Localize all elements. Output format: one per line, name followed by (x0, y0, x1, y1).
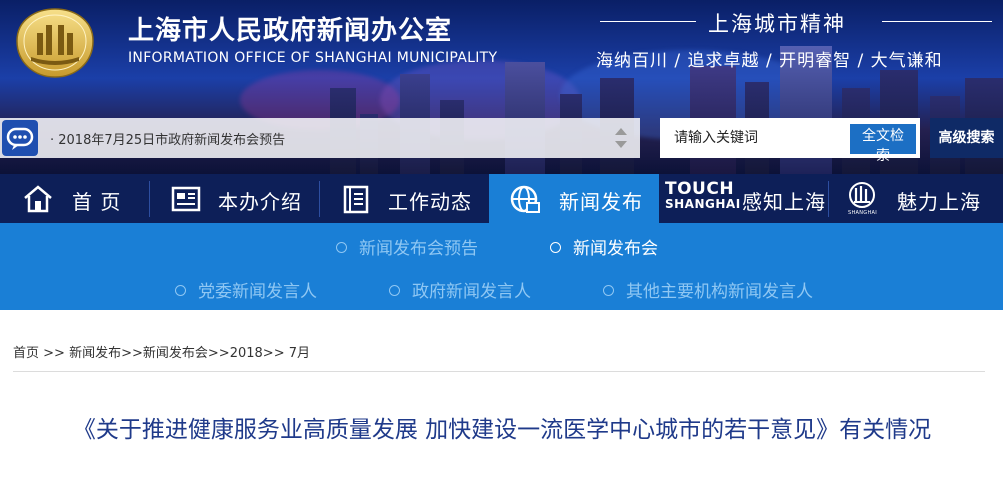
circle-bullet-icon (550, 241, 561, 253)
article-title: 《关于推进健康服务业高质量发展 加快建设一流医学中心城市的若干意见》有关情况 (72, 417, 932, 443)
news-ticker: · 2018年7月25日市政府新闻发布会预告 (0, 118, 640, 158)
subnav-label: 新闻发布会 (573, 239, 658, 259)
touch-shanghai-logo: TOUCH SHANGHAI (665, 179, 741, 212)
site-title: 上海市人民政府新闻办公室 (128, 16, 453, 46)
breadcrumb: 首页 >> 新闻发布>>新闻发布会>>2018>> 7月 (13, 342, 310, 361)
nav-label: 本办介绍 (218, 190, 302, 214)
nav-item-charm-shanghai[interactable]: SHANGHAI 魅力上海 (829, 174, 1003, 223)
subnav-label: 新闻发布会预告 (359, 239, 478, 259)
nav-label: 新闻发布 (559, 190, 643, 214)
breadcrumb-separator: >> (39, 346, 70, 361)
subnav-conference[interactable]: 新闻发布会 (550, 234, 658, 259)
circle-bullet-icon (175, 284, 186, 296)
breadcrumb-separator: >> (207, 346, 230, 361)
subnav-preview[interactable]: 新闻发布会预告 (336, 234, 478, 259)
touch-logo-top: TOUCH (665, 179, 735, 199)
divider-line (13, 371, 985, 372)
divider-line (882, 21, 992, 22)
full-text-search-button[interactable]: 全文检索 (850, 124, 916, 164)
breadcrumb-year[interactable]: 2018 (230, 346, 263, 361)
breadcrumb-separator: >> (262, 346, 289, 361)
subnav-party-spokesperson[interactable]: 党委新闻发言人 (175, 277, 317, 302)
notebook-icon (343, 185, 369, 214)
site-subtitle: INFORMATION OFFICE OF SHANGHAI MUNICIPAL… (128, 50, 498, 66)
charm-logo-subtext: SHANGHAI (848, 210, 878, 216)
nav-item-about[interactable]: 本办介绍 (150, 174, 318, 223)
nav-label: 首 页 (72, 190, 122, 214)
circle-bullet-icon (336, 241, 347, 253)
search-input[interactable] (660, 118, 862, 158)
nav-item-news[interactable]: 新闻发布 (489, 174, 659, 223)
nav-label: 工作动态 (388, 190, 472, 214)
home-icon (24, 185, 52, 213)
subnav-label: 政府新闻发言人 (412, 282, 531, 302)
subnav-other-spokesperson[interactable]: 其他主要机构新闻发言人 (603, 277, 813, 302)
circle-bullet-icon (603, 284, 614, 296)
chat-bubble-icon (2, 120, 38, 156)
subnav-gov-spokesperson[interactable]: 政府新闻发言人 (389, 277, 531, 302)
breadcrumb-news[interactable]: 新闻发布 (69, 346, 121, 361)
city-spirit-title: 上海城市精神 (708, 12, 846, 36)
ticker-scroll-arrows-icon[interactable] (612, 124, 630, 152)
shanghai-charm-logo-icon (849, 182, 875, 208)
advanced-search-link[interactable]: 高级搜索 (930, 118, 1003, 158)
subnav-label: 其他主要机构新闻发言人 (626, 282, 813, 302)
breadcrumb-separator: >> (121, 346, 143, 361)
city-spirit-phrases: 海纳百川 / 追求卓越 / 开明睿智 / 大气谦和 (596, 51, 943, 71)
nav-item-home[interactable]: 首 页 (0, 174, 148, 223)
site-header: 上海市人民政府新闻办公室 INFORMATION OFFICE OF SHANG… (0, 0, 1003, 174)
globe-screen-icon (510, 185, 540, 213)
ticker-link[interactable]: · 2018年7月25日市政府新闻发布会预告 (50, 129, 285, 148)
sub-nav: 新闻发布会预告 新闻发布会 党委新闻发言人 政府新闻发言人 其他主要机构新闻发言… (0, 223, 1003, 310)
breadcrumb-month[interactable]: 7月 (289, 346, 310, 361)
nav-item-touch-shanghai[interactable]: TOUCH SHANGHAI 感知上海 (659, 174, 827, 223)
divider-line (600, 21, 696, 22)
subnav-label: 党委新闻发言人 (198, 282, 317, 302)
government-emblem-icon (16, 8, 94, 78)
nav-label: 感知上海 (742, 190, 826, 214)
nav-item-work[interactable]: 工作动态 (320, 174, 488, 223)
main-nav: 首 页 本办介绍 工作动态 新闻发布 TOUCH SHANGHAI 感知上海 S… (0, 174, 1003, 223)
document-icon (171, 186, 201, 212)
breadcrumb-home[interactable]: 首页 (13, 346, 39, 361)
touch-logo-bottom: SHANGHAI (665, 197, 741, 211)
breadcrumb-conference[interactable]: 新闻发布会 (143, 346, 208, 361)
circle-bullet-icon (389, 284, 400, 296)
nav-label: 魅力上海 (897, 190, 981, 214)
